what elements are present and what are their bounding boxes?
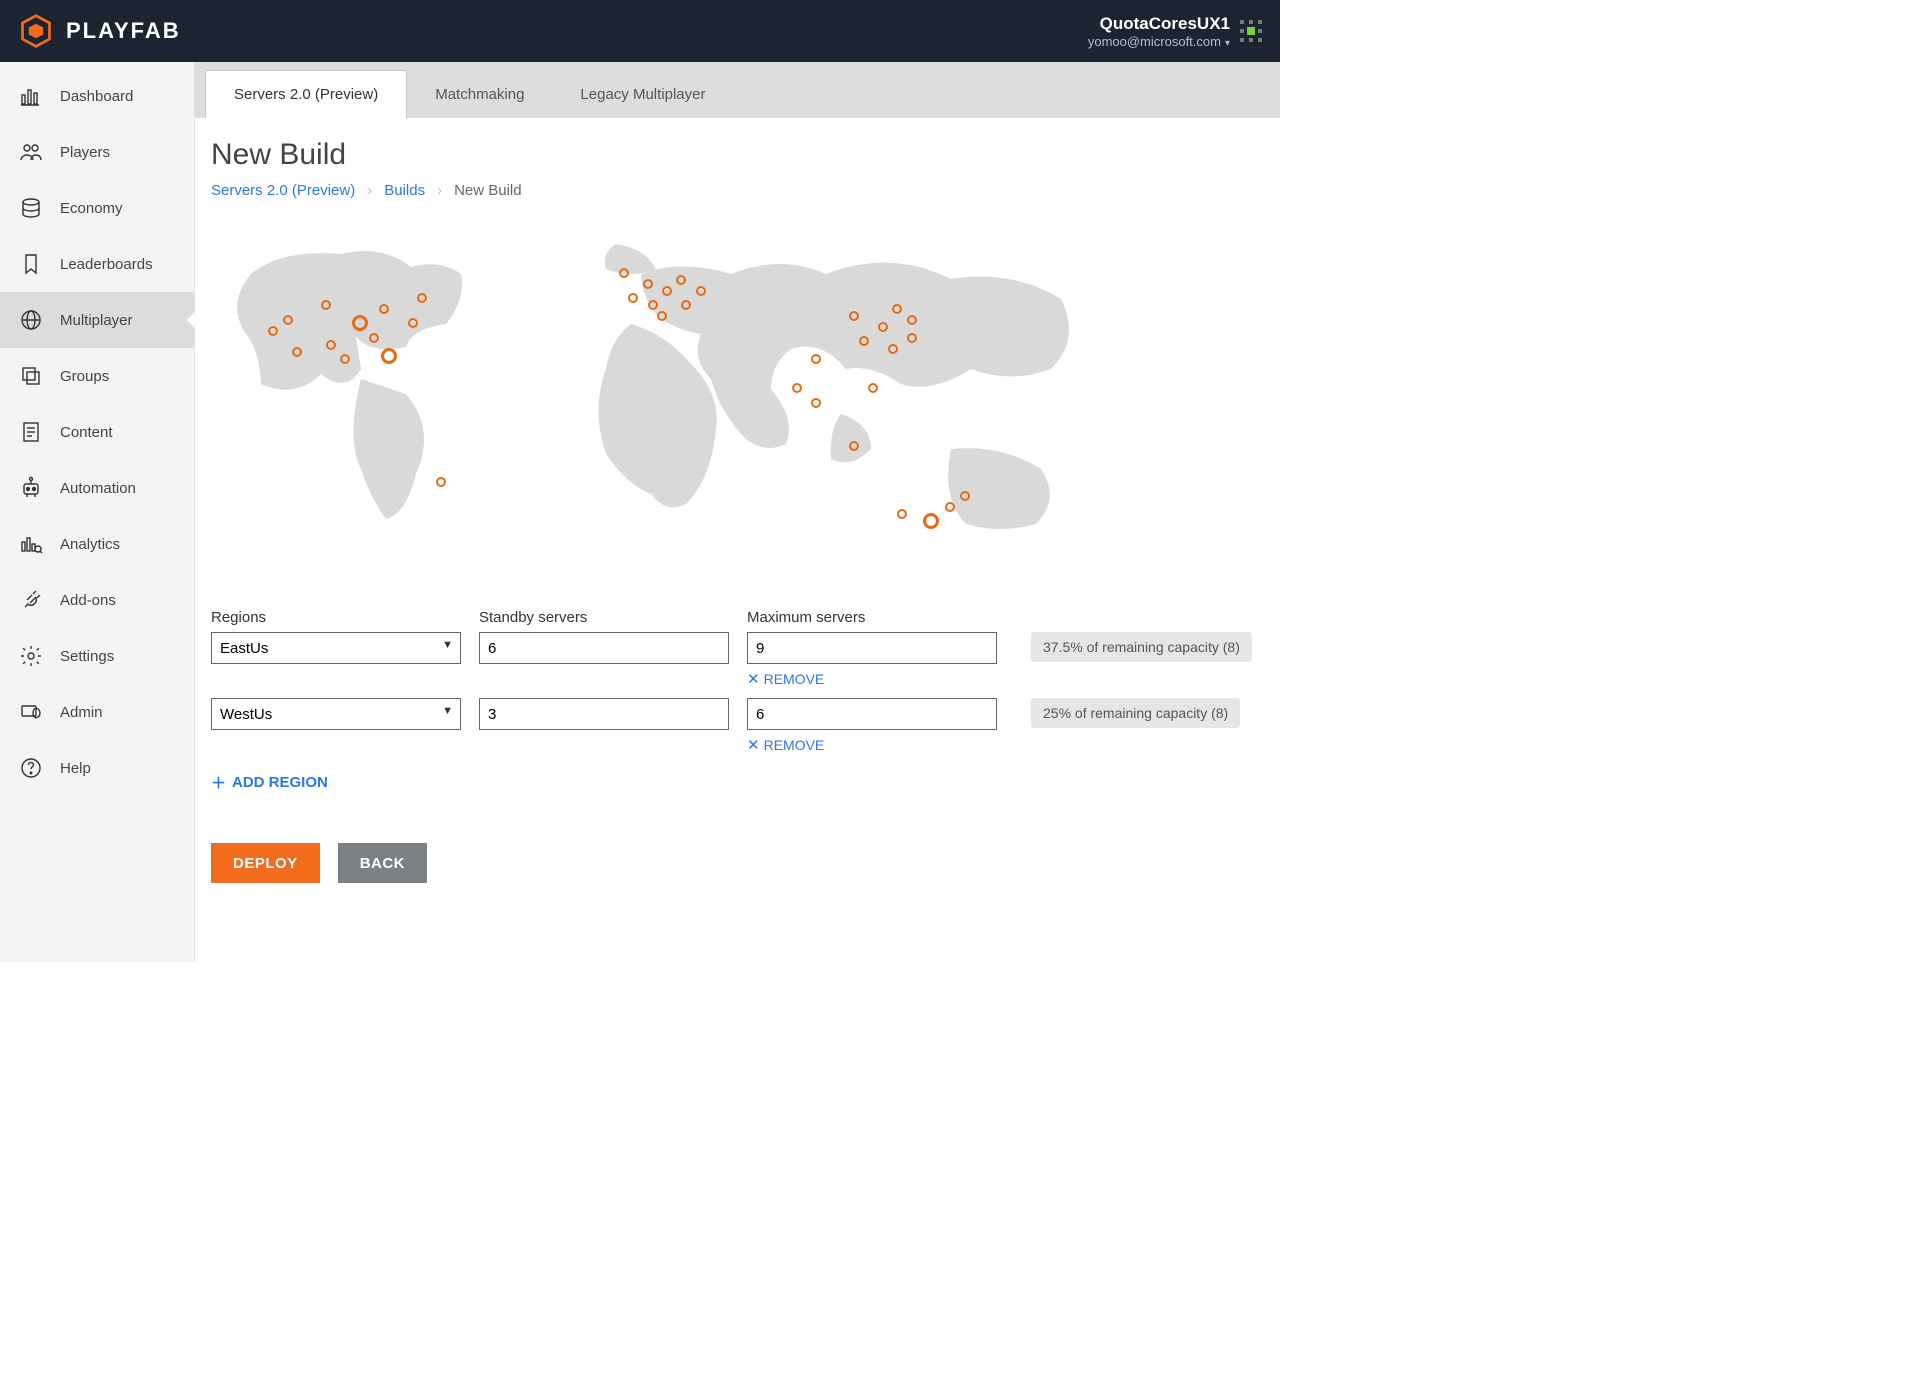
sidebar-item-groups[interactable]: Groups (0, 348, 194, 404)
breadcrumb-link-builds[interactable]: Builds (384, 182, 425, 199)
tab-servers[interactable]: Servers 2.0 (Preview) (205, 70, 407, 118)
plug-icon (18, 587, 44, 613)
sidebar-item-leaderboards[interactable]: Leaderboards (0, 236, 194, 292)
sidebar-item-label: Dashboard (60, 88, 133, 105)
user-email: yomoo@microsoft.com▾ (1088, 34, 1230, 49)
chevron-down-icon: ▾ (1225, 38, 1230, 49)
sidebar-item-content[interactable]: Content (0, 404, 194, 460)
page-title: New Build (211, 138, 1264, 172)
playfab-logo-icon (18, 13, 54, 49)
brand[interactable]: PLAYFAB (18, 13, 181, 49)
chevron-right-icon: › (437, 182, 442, 199)
standby-input[interactable] (479, 632, 729, 664)
sidebar-item-label: Analytics (60, 536, 120, 553)
back-button[interactable]: BACK (338, 843, 427, 883)
tab-legacy[interactable]: Legacy Multiplayer (552, 70, 733, 118)
sidebar-item-label: Economy (60, 200, 123, 217)
copy-icon (18, 363, 44, 389)
sidebar-item-dashboard[interactable]: Dashboard (0, 68, 194, 124)
sidebar-item-analytics[interactable]: Analytics (0, 516, 194, 572)
regions-grid-header: Regions Standby servers Maximum servers (211, 609, 1264, 626)
maximum-input[interactable] (747, 698, 997, 730)
sidebar-item-players[interactable]: Players (0, 124, 194, 180)
sidebar-item-label: Admin (60, 704, 103, 721)
sidebar-item-settings[interactable]: Settings (0, 628, 194, 684)
sidebar-item-help[interactable]: Help (0, 740, 194, 796)
chevron-right-icon: › (367, 182, 372, 199)
sidebar-item-label: Multiplayer (60, 312, 133, 329)
breadcrumb: Servers 2.0 (Preview) › Builds › New Bui… (211, 182, 1264, 199)
database-icon (18, 195, 44, 221)
remove-region-button[interactable]: ✕ REMOVE (747, 670, 997, 688)
sidebar-item-addons[interactable]: Add-ons (0, 572, 194, 628)
sidebar-item-admin[interactable]: Admin (0, 684, 194, 740)
tab-bar: Servers 2.0 (Preview) Matchmaking Legacy… (195, 62, 1280, 118)
user-name: QuotaCoresUX1 (1088, 14, 1230, 34)
brand-name: PLAYFAB (66, 18, 181, 44)
add-region-button[interactable]: ＋ ADD REGION (211, 772, 1264, 793)
sidebar-item-label: Automation (60, 480, 136, 497)
help-icon (18, 755, 44, 781)
close-icon: ✕ (747, 736, 760, 754)
sidebar-item-label: Help (60, 760, 91, 777)
sidebar-item-label: Settings (60, 648, 114, 665)
region-select[interactable]: WestUs (211, 698, 461, 730)
sidebar-item-label: Players (60, 144, 110, 161)
tab-matchmaking[interactable]: Matchmaking (407, 70, 552, 118)
analytics-icon (18, 531, 44, 557)
column-standby: Standby servers (479, 609, 729, 626)
app-header: PLAYFAB QuotaCoresUX1 yomoo@microsoft.co… (0, 0, 1280, 62)
breadcrumb-link-servers[interactable]: Servers 2.0 (Preview) (211, 182, 355, 199)
document-icon (18, 419, 44, 445)
sidebar: Dashboard Players Economy Leaderboards M… (0, 62, 195, 962)
sidebar-item-label: Add-ons (60, 592, 116, 609)
gear-icon (18, 643, 44, 669)
robot-icon (18, 475, 44, 501)
bookmark-icon (18, 251, 44, 277)
column-maximum: Maximum servers (747, 609, 997, 626)
region-row: WestUs ✕ REMOVE 25% of remaining capacit… (211, 698, 1264, 754)
world-map (211, 219, 1171, 579)
plus-icon: ＋ (211, 772, 226, 793)
sidebar-item-label: Content (60, 424, 113, 441)
remove-region-button[interactable]: ✕ REMOVE (747, 736, 997, 754)
standby-input[interactable] (479, 698, 729, 730)
sidebar-item-label: Groups (60, 368, 109, 385)
app-switcher-icon[interactable] (1240, 20, 1262, 42)
breadcrumb-current: New Build (454, 182, 522, 199)
region-row: EastUs ✕ REMOVE 37.5% of remaining capac… (211, 632, 1264, 688)
maximum-input[interactable] (747, 632, 997, 664)
sidebar-item-label: Leaderboards (60, 256, 153, 273)
globe-icon (18, 307, 44, 333)
user-menu[interactable]: QuotaCoresUX1 yomoo@microsoft.com▾ (1088, 14, 1262, 49)
capacity-badge: 37.5% of remaining capacity (8) (1031, 632, 1252, 662)
sidebar-item-automation[interactable]: Automation (0, 460, 194, 516)
close-icon: ✕ (747, 670, 760, 688)
sidebar-item-economy[interactable]: Economy (0, 180, 194, 236)
users-icon (18, 139, 44, 165)
capacity-badge: 25% of remaining capacity (8) (1031, 698, 1240, 728)
column-regions: Regions (211, 609, 461, 626)
deploy-button[interactable]: DEPLOY (211, 843, 320, 883)
shield-icon (18, 699, 44, 725)
sidebar-item-multiplayer[interactable]: Multiplayer (0, 292, 194, 348)
region-select[interactable]: EastUs (211, 632, 461, 664)
main-content: Servers 2.0 (Preview) Matchmaking Legacy… (195, 62, 1280, 962)
bar-chart-icon (18, 83, 44, 109)
